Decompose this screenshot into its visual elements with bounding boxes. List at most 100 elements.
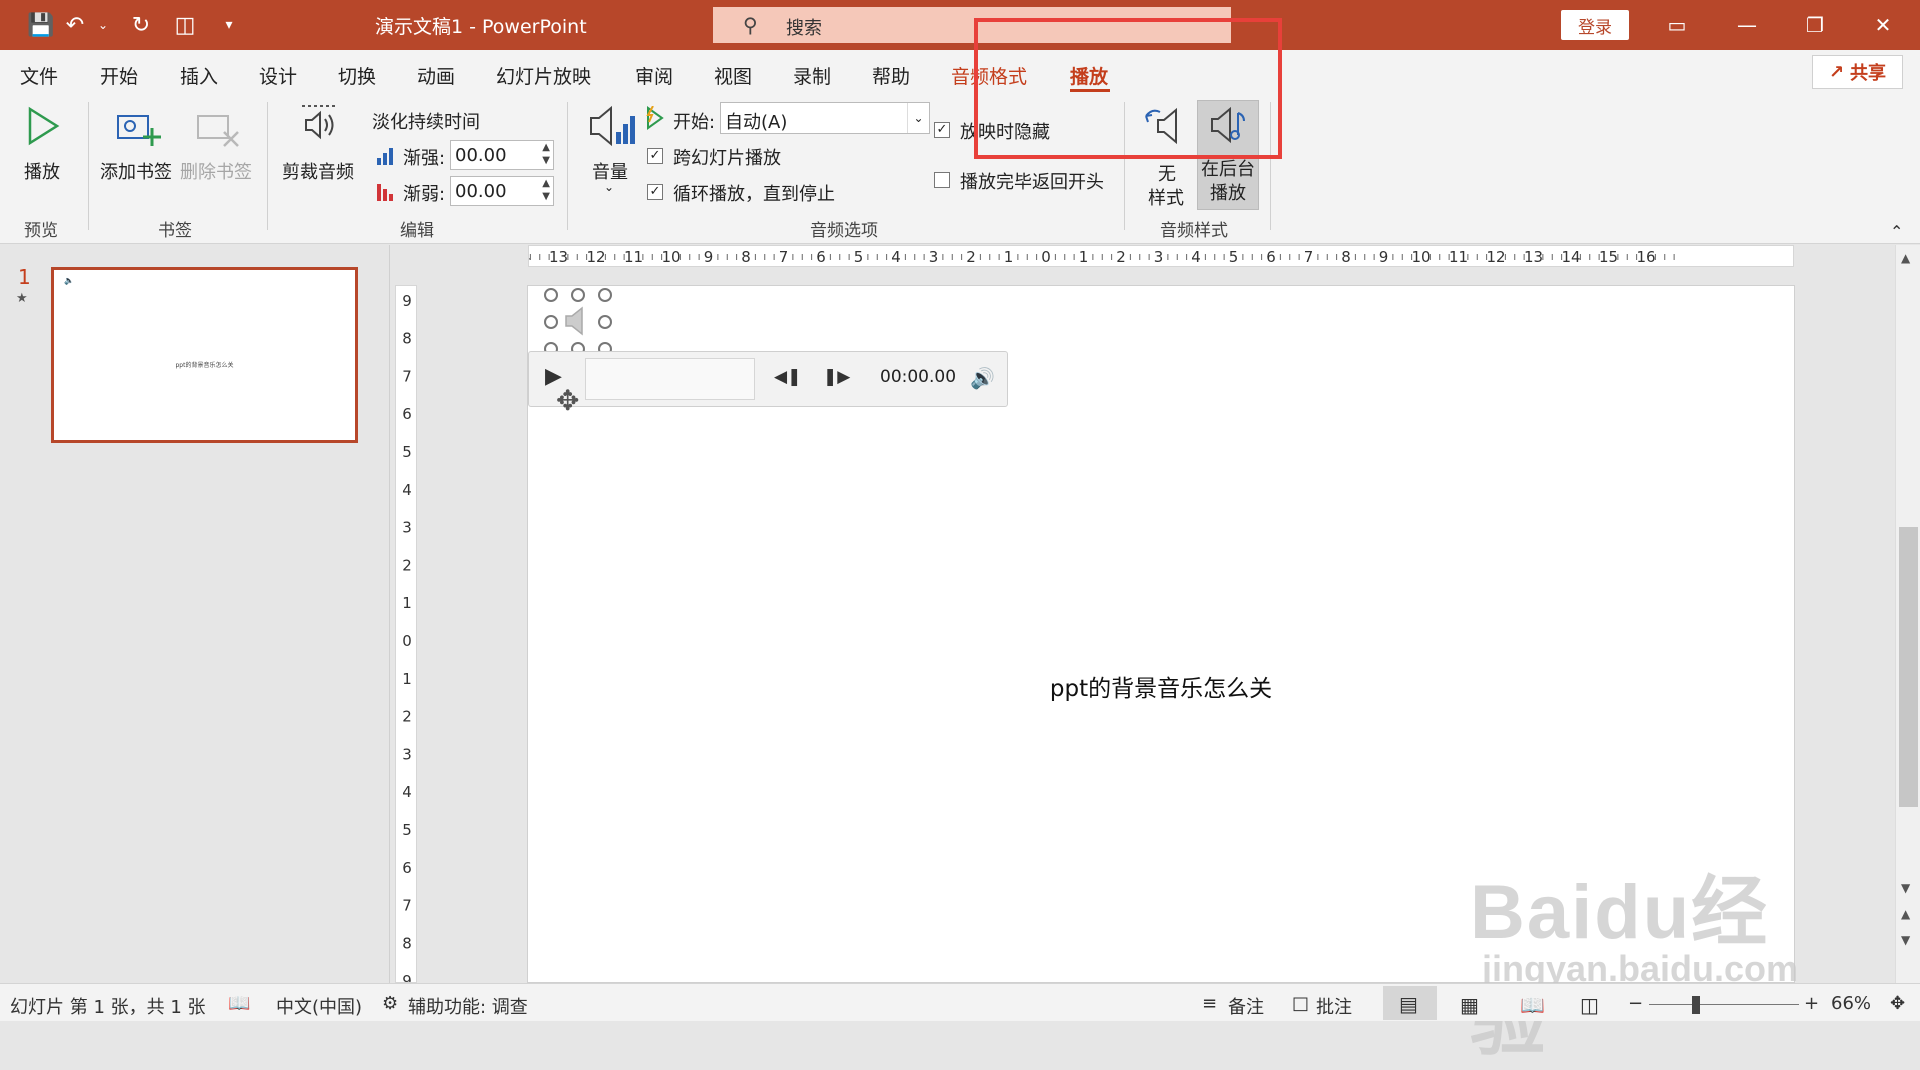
tab-animations[interactable]: 动画 [417, 62, 455, 89]
ruler-tick-label: 7 [1304, 248, 1314, 266]
ruler-tick-label: 0 [1041, 248, 1051, 266]
zoom-in-icon[interactable]: + [1804, 993, 1819, 1014]
reading-view-icon[interactable]: 📖 [1520, 993, 1545, 1017]
zoom-out-icon[interactable]: − [1628, 993, 1643, 1014]
fade-in-input[interactable]: 00.00 ▲ ▼ [450, 140, 554, 170]
scrollbar-thumb[interactable] [1899, 527, 1918, 807]
notes-button[interactable]: 备注 [1228, 993, 1264, 1019]
fade-out-icon [377, 184, 393, 201]
slide-info: 幻灯片 第 1 张，共 1 张 [10, 997, 206, 1018]
progress-bar[interactable] [585, 358, 755, 400]
language-status[interactable]: 中文(中国) [276, 993, 362, 1019]
group-bookmark-label: 书签 [158, 221, 192, 241]
ruler-tick-label: 1 [402, 594, 412, 612]
spinner-arrows-icon[interactable]: ▲ ▼ [542, 177, 550, 203]
group-audio-styles-label: 音频样式 [1160, 221, 1228, 241]
fade-out-input[interactable]: 00.00 ▲ ▼ [450, 176, 554, 206]
start-select[interactable]: 自动(A) ⌄ [720, 102, 930, 134]
play-across-slides-label: 跨幻灯片播放 [673, 148, 781, 169]
no-style-label-2: 样式 [1148, 188, 1184, 209]
zoom-slider[interactable] [1649, 1004, 1799, 1005]
tab-insert[interactable]: 插入 [180, 62, 218, 89]
resize-handle[interactable] [544, 288, 558, 302]
add-bookmark-button[interactable]: 添加书签 [98, 98, 176, 188]
fade-in-label: 渐强: [403, 148, 446, 169]
comments-button[interactable]: 批注 [1316, 993, 1352, 1019]
ruler-tick-label: 2 [966, 248, 976, 266]
normal-view-button[interactable]: ▤ [1383, 986, 1437, 1020]
tab-help[interactable]: 帮助 [872, 62, 910, 89]
play-across-slides-checkbox[interactable]: ✓ [647, 148, 663, 164]
scroll-down-icon[interactable]: ▼ [1901, 881, 1910, 895]
resize-handle[interactable] [571, 288, 585, 302]
redo-icon[interactable]: ↻ [126, 11, 156, 39]
status-bar: 幻灯片 第 1 张，共 1 张 📖 中文(中国) ⚙ 辅助功能: 调查 ≡ 备注… [0, 983, 1920, 1021]
tab-record[interactable]: 录制 [793, 62, 831, 89]
tab-slideshow[interactable]: 幻灯片放映 [496, 62, 591, 89]
ruler-tick-label: 6 [1266, 248, 1276, 266]
hide-during-show-checkbox[interactable]: ✓ [934, 122, 950, 138]
slide-sorter-icon[interactable]: ▦ [1460, 993, 1479, 1017]
rewind-checkbox[interactable] [934, 172, 950, 188]
save-icon[interactable]: 💾 [26, 11, 56, 39]
restore-icon[interactable]: ❐ [1795, 8, 1835, 42]
zoom-slider-thumb[interactable] [1692, 996, 1700, 1014]
play-button[interactable]: 播放 [14, 98, 72, 188]
tab-review[interactable]: 审阅 [635, 62, 673, 89]
login-button[interactable]: 登录 [1561, 10, 1629, 40]
tab-view[interactable]: 视图 [714, 62, 752, 89]
ruler-tick-label: 5 [402, 443, 412, 461]
horizontal-ruler: 1615141312111098765432101234567891011121… [528, 245, 1794, 267]
collapse-ribbon-icon[interactable]: ⌃ [1890, 222, 1903, 241]
ribbon-display-icon[interactable]: ▭ [1657, 8, 1697, 42]
tab-transitions[interactable]: 切换 [338, 62, 376, 89]
share-button[interactable]: ↗ 共享 [1812, 55, 1903, 89]
present-icon[interactable]: ◫ [170, 11, 200, 39]
scroll-up-icon[interactable]: ▲ [1901, 251, 1910, 265]
resize-handle[interactable] [598, 288, 612, 302]
tab-file[interactable]: 文件 [20, 62, 58, 89]
undo-dropdown-icon[interactable]: ⌄ [88, 11, 118, 39]
slide-thumbnail[interactable]: 🔈 ppt的背景音乐怎么关 [51, 267, 358, 443]
tab-home[interactable]: 开始 [100, 62, 138, 89]
skip-forward-icon[interactable]: ❚▶ [823, 367, 850, 387]
next-slide-icon[interactable]: ▼ [1901, 933, 1910, 947]
volume-dropdown-icon: ⌄ [604, 180, 615, 194]
slide-text[interactable]: ppt的背景音乐怎么关 [528, 669, 1794, 703]
previous-slide-icon[interactable]: ▲ [1901, 907, 1910, 921]
tab-design[interactable]: 设计 [259, 62, 297, 89]
undo-icon[interactable]: ↶ [60, 11, 90, 39]
slideshow-view-icon[interactable]: ◫ [1580, 993, 1599, 1017]
fit-to-window-icon[interactable]: ✥ [1890, 993, 1905, 1014]
document-title: 演示文稿1 - PowerPoint [375, 16, 587, 38]
close-icon[interactable]: ✕ [1863, 8, 1903, 42]
vertical-scrollbar[interactable]: ▲ ▼ ▲ ▼ [1895, 245, 1920, 983]
loop-checkbox[interactable]: ✓ [647, 184, 663, 200]
ruler-tick-label: 6 [816, 248, 826, 266]
customize-icon[interactable]: ▾ [214, 11, 244, 39]
resize-handle[interactable] [544, 315, 558, 329]
accessibility-status[interactable]: 辅助功能: 调查 [408, 993, 528, 1019]
group-preview-label: 预览 [24, 221, 58, 241]
trim-audio-label: 剪裁音频 [282, 162, 354, 183]
ruler-tick-label: 4 [1191, 248, 1201, 266]
highlight-box [974, 18, 1282, 159]
rewind-label: 播放完毕返回开头 [960, 172, 1104, 193]
skip-back-icon[interactable]: ◀❚ [774, 367, 801, 387]
ruler-tick-label: 4 [402, 481, 412, 499]
slide-number: 1 [18, 265, 31, 289]
notes-icon: ≡ [1202, 993, 1218, 1014]
spinner-arrows-icon[interactable]: ▲ ▼ [542, 141, 550, 167]
remove-bookmark-icon [197, 115, 239, 147]
zoom-level[interactable]: 66% [1831, 993, 1871, 1014]
audio-object[interactable] [544, 288, 612, 356]
volume-icon[interactable]: 🔊 [970, 366, 995, 390]
resize-handle[interactable] [598, 315, 612, 329]
spellcheck-icon[interactable]: 📖 [228, 993, 250, 1014]
ruler-tick-label: 7 [402, 367, 412, 385]
minimize-icon[interactable]: — [1727, 8, 1767, 42]
start-lightning-icon [646, 106, 664, 130]
ruler-tick-label: 3 [402, 745, 412, 763]
volume-button[interactable]: 音量 ⌄ [578, 98, 644, 208]
trim-audio-button[interactable]: 剪裁音频 [278, 98, 362, 188]
